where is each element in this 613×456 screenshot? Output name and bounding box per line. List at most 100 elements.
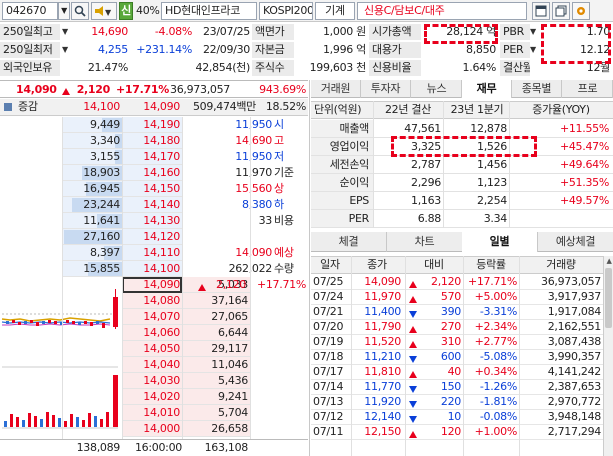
info-label: 하 [274,198,284,211]
stock-code-input[interactable]: 042670 [2,2,58,20]
tab-program[interactable]: 프로 [563,80,613,98]
finance-header-cell: 23년 1분기 [450,103,504,116]
bid-price: 14,050 [143,342,180,355]
daily-rate: -0.08% [479,410,517,423]
tab-trader[interactable]: 거래원 [311,80,361,98]
finance-value-23q1: 1,526 [477,140,507,153]
ask-qty: 3,340 [90,134,120,147]
chevron-down-icon[interactable]: ▼ [62,45,68,54]
tab-chart[interactable]: 차트 [387,232,463,252]
daily-rate: +0.34% [474,365,517,378]
bid-price: 14,070 [143,310,180,323]
trade-amount: 509,474백만 [192,100,256,113]
info-rate: +17.71% [256,278,306,291]
summary-date: 23/07/25 [202,25,250,38]
header-price: 14,090 [143,100,180,113]
column-divider [463,256,464,456]
chevron-down-icon[interactable]: ▼ [530,27,536,36]
copy-button[interactable] [552,2,570,20]
summary-label: 250일최저 [0,42,60,58]
tab-investor[interactable]: 투자자 [361,80,411,98]
finance-value-22: 1,163 [411,194,441,207]
summary-rate: +231.14% [136,43,192,56]
column-divider [182,117,183,439]
summary-mid-label: 자본금 [252,42,294,58]
scroll-up-icon[interactable]: ▲ [604,256,613,266]
bid-price: 14,030 [143,374,180,387]
finance-yoy: +51.35% [559,176,609,189]
tab-finance[interactable]: 재무 [462,80,512,98]
window-icon [535,5,547,17]
info-label: 고 [274,134,284,147]
finance-label: 매출액 [339,122,369,135]
finance-value-23q1: 2,254 [477,194,507,207]
summary-right-label: 신용비율 [369,60,421,76]
chevron-down-icon[interactable]: ▼ [62,27,68,36]
daily-header-cell: 대비 [424,258,444,271]
tab-news[interactable]: 뉴스 [412,80,462,98]
speaker-icon: ▼ [95,6,112,17]
scrollbar-thumb[interactable] [605,268,612,328]
chevron-down-icon[interactable]: ▼ [530,45,536,54]
finance-row: 순이익 2,296 1,123 +51.35% [311,174,613,192]
info-value: 14,690 [235,134,272,147]
gear-icon [577,7,585,15]
daily-rate: +5.00% [474,290,517,303]
bid-price: 14,060 [143,326,180,339]
finance-value-23q1: 3.34 [483,212,507,225]
finance-row: EPS 1,163 2,254 +49.57% [311,192,613,210]
summary-right-value: 1.64% [462,61,496,74]
tab-expected[interactable]: 예상체결 [538,232,613,252]
daily-volume: 2,970,772 [547,395,601,408]
finance-label: 순이익 [339,176,369,189]
daily-date: 07/19 [313,335,344,348]
speaker-button[interactable]: ▼ [91,2,117,20]
current-price: 14,090 [16,83,57,96]
daily-volume: 3,990,357 [547,350,601,363]
ask-price: 14,180 [143,134,180,147]
turnover-rate: 18.52% [265,100,306,113]
daily-scrollbar[interactable]: ▲ [603,256,613,456]
up-arrow-icon [409,428,417,441]
column-divider [62,117,63,439]
price-rate: +17.71% [116,83,169,96]
mini-chart-svg [1,289,118,429]
summary-label: 외국인보유 [0,60,60,76]
settings-button[interactable] [572,2,590,20]
finance-value-23q1: 12,878 [470,122,507,135]
copy-icon [555,5,567,17]
info-value: 262,022 [186,261,272,277]
tab-daily[interactable]: 일별 [462,232,538,252]
orderbook-menu-icon[interactable] [4,103,12,111]
orderbook-header-label: 증감 [18,100,38,113]
finance-value-22: 2,296 [411,176,441,189]
daily-diff: 120 [440,425,461,438]
finance-yoy: +11.55% [559,122,609,135]
finance-label: EPS [349,194,369,207]
daily-close: 11,970 [364,290,401,303]
daily-row: 07/20 11,790 270 +2.34% 2,162,551 [311,320,603,335]
ask-qty: 8,397 [90,246,120,259]
finance-panel: 거래원 투자자 뉴스 재무 종목별 프로 단위(억원) 22년 결산 23년 1분기 증가율(YO… [311,80,613,230]
tab-ticks[interactable]: 체결 [311,232,387,252]
up-arrow-icon [62,85,70,98]
finance-row: PER 6.88 3.34 [311,210,613,228]
search-button[interactable] [71,2,89,20]
finance-label: 세전손익 [329,158,369,171]
credit-badge: 신 [119,2,133,20]
summary-mid-label: 액면가 [252,24,294,40]
window-button[interactable] [532,2,550,20]
finance-value-22: 3,325 [411,140,441,153]
summary-date: 22/09/30 [202,43,250,56]
code-dropdown-button[interactable]: ▼ [58,2,70,20]
tab-by-stock[interactable]: 종목별 [512,80,562,98]
finance-yoy: +45.47% [559,140,609,153]
summary-right-value: 8,850 [466,43,496,56]
daily-diff: 220 [440,395,461,408]
summary-price: 21.47% [87,61,128,74]
daily-close: 11,400 [364,305,401,318]
daily-volume: 1,917,084 [547,305,601,318]
ask-price: 14,110 [143,246,180,259]
daily-row: 07/24 11,970 570 +5.00% 3,917,937 [311,290,603,305]
summary-mid-value: 199,603 천 [309,61,366,74]
